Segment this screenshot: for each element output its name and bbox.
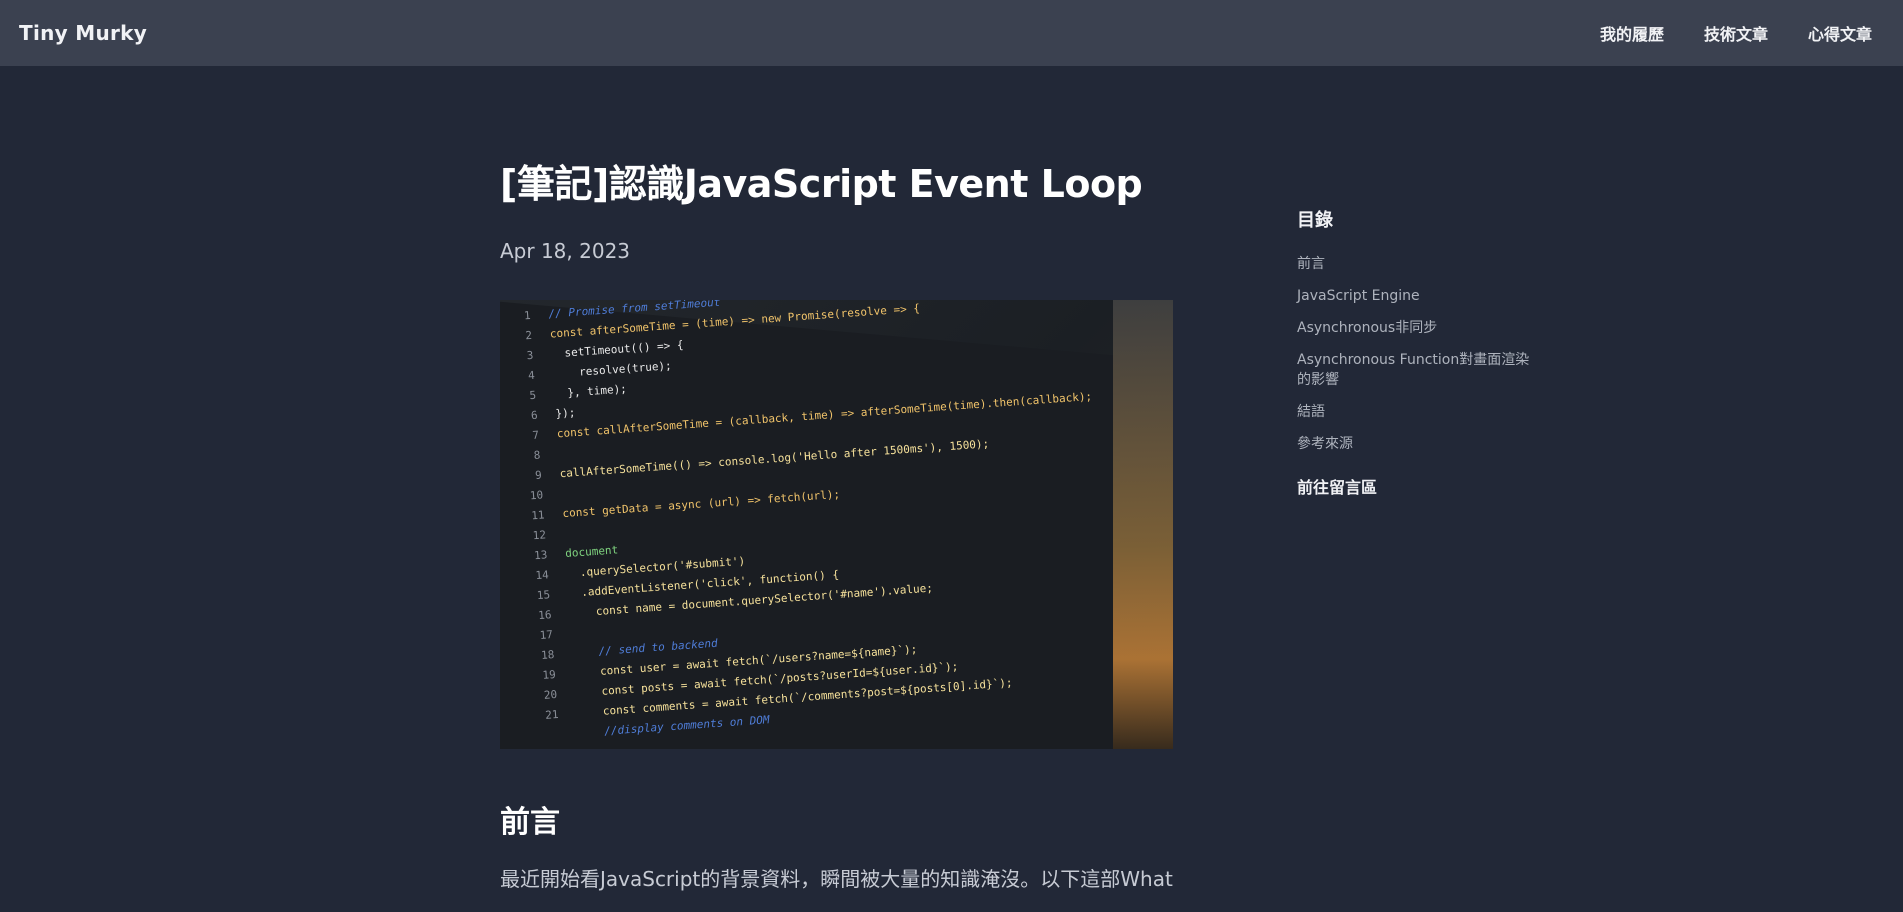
code-line-number: 1 bbox=[523, 308, 532, 323]
toc-item-intro[interactable]: 前言 bbox=[1297, 254, 1537, 274]
site-brand-link[interactable]: Tiny Murky bbox=[19, 21, 147, 45]
code-line-number: 21 bbox=[544, 707, 559, 722]
code-line-number bbox=[530, 738, 560, 740]
hero-image: 1// Promise from setTimeout 2 const afterS… bbox=[500, 300, 1173, 749]
intro-paragraph: 最近開始看JavaScript的背景資料，瞬間被大量的知識淹沒。以下這部What bbox=[500, 867, 1173, 891]
toc-item-async-render-impact[interactable]: Asynchronous Function對畫面渲染的影響 bbox=[1297, 350, 1537, 390]
go-to-comments-link[interactable]: 前往留言區 bbox=[1297, 474, 1537, 498]
toc-list: 前言 JavaScript Engine Asynchronous非同步 Asy… bbox=[1297, 254, 1537, 454]
post-title: [筆記]認識JavaScript Event Loop bbox=[500, 162, 1143, 206]
toc-item-asynchronous[interactable]: Asynchronous非同步 bbox=[1297, 318, 1537, 338]
code-line-number: 3 bbox=[526, 348, 534, 363]
top-navbar: Tiny Murky 我的履歷 技術文章 心得文章 bbox=[0, 0, 1903, 66]
code-line-number: 20 bbox=[543, 687, 558, 702]
code-line-text: document bbox=[564, 543, 619, 561]
toc-title: 目錄 bbox=[1297, 210, 1333, 231]
table-of-contents: 目錄 前言 JavaScript Engine Asynchronous非同步 … bbox=[1297, 206, 1537, 498]
code-line-number: 10 bbox=[529, 488, 544, 503]
nav-link-resume[interactable]: 我的履歷 bbox=[1600, 21, 1664, 45]
code-line-number: 18 bbox=[540, 648, 555, 662]
code-line-text: resolve(true); bbox=[552, 359, 673, 381]
hero-code-block: 1// Promise from setTimeout 2 const afterS… bbox=[500, 300, 1139, 747]
toc-item-js-engine[interactable]: JavaScript Engine bbox=[1297, 286, 1537, 306]
code-line-number: 8 bbox=[533, 448, 541, 462]
code-line-number: 17 bbox=[539, 628, 554, 643]
code-line-number: 19 bbox=[542, 668, 557, 682]
code-line-number: 16 bbox=[537, 608, 552, 623]
code-line-number: 15 bbox=[536, 588, 551, 603]
code-line-number: 5 bbox=[529, 388, 537, 403]
main-nav: 我的履歷 技術文章 心得文章 bbox=[1600, 21, 1872, 45]
code-line-number: 13 bbox=[533, 548, 548, 563]
toc-item-conclusion[interactable]: 結語 bbox=[1297, 402, 1537, 422]
code-line-number: 7 bbox=[531, 428, 540, 443]
nav-link-tech-articles[interactable]: 技術文章 bbox=[1704, 21, 1768, 45]
code-line-text: }); bbox=[555, 406, 576, 421]
code-line-number: 6 bbox=[530, 408, 539, 423]
code-line-number: 11 bbox=[530, 508, 545, 523]
section-heading-intro: 前言 bbox=[500, 805, 560, 840]
code-line-number: 2 bbox=[524, 328, 533, 343]
article-content: [筆記]認識JavaScript Event Loop Apr 18, 2023… bbox=[500, 155, 1180, 892]
post-date: Apr 18, 2023 bbox=[500, 239, 631, 263]
code-line-number: 9 bbox=[534, 468, 543, 482]
code-line-text: }, time); bbox=[553, 382, 628, 401]
code-line-number: 4 bbox=[527, 368, 536, 383]
nav-link-thoughts-articles[interactable]: 心得文章 bbox=[1808, 21, 1872, 45]
toc-item-references[interactable]: 參考來源 bbox=[1297, 434, 1537, 454]
code-line-number: 12 bbox=[532, 528, 547, 543]
code-line-number: 14 bbox=[535, 568, 550, 583]
